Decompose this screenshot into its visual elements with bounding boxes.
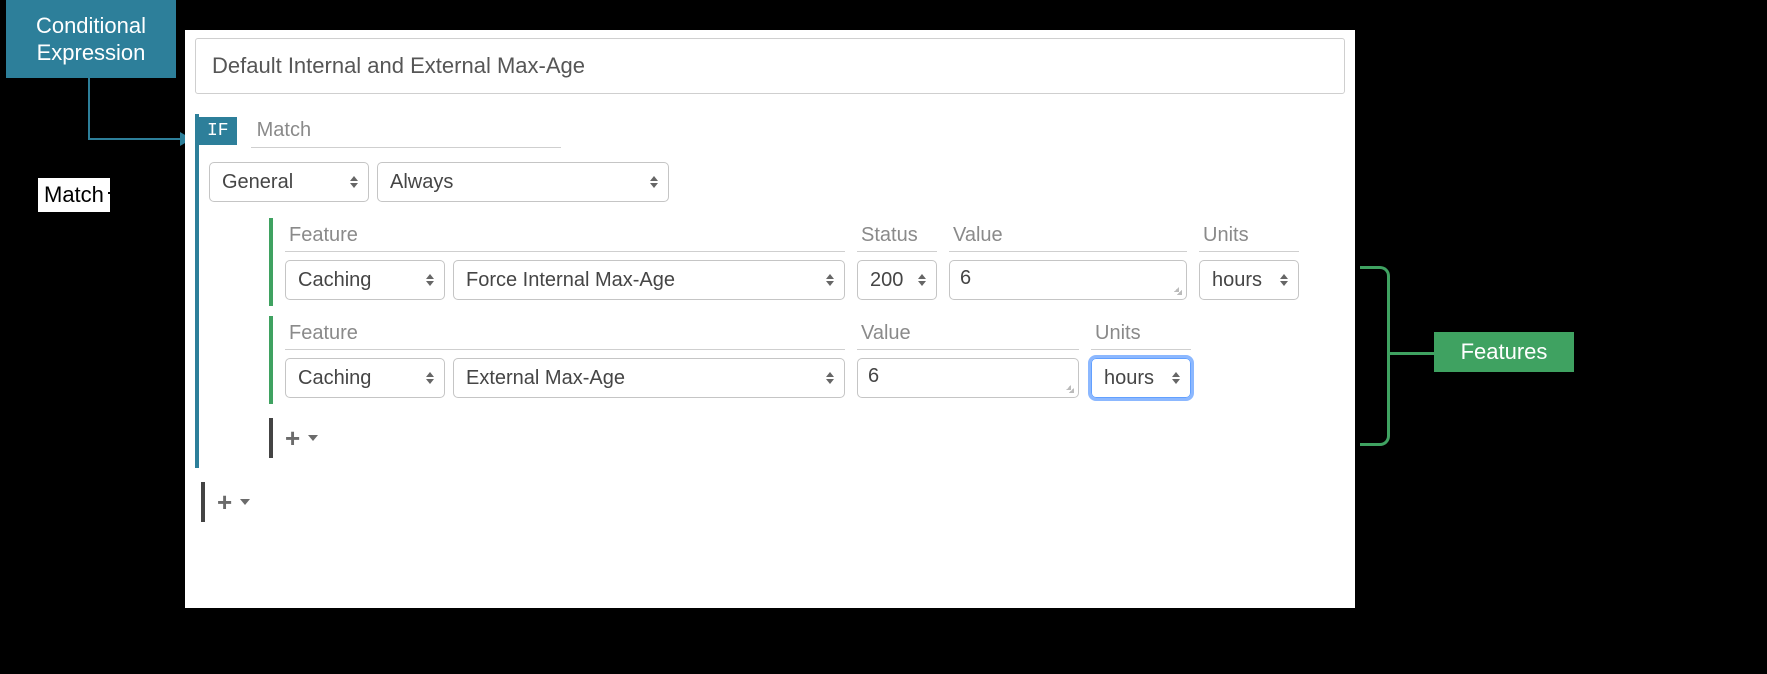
feature-name-value: Force Internal Max-Age [466,269,675,292]
add-condition-button[interactable]: + [201,482,1349,522]
annotation-conditional-expression: Conditional Expression [6,0,176,78]
header-value: Value [857,318,1079,350]
feature-headers: Feature Value Units [285,318,1349,350]
feature-units-value: hours [1212,269,1262,292]
feature-value-text: 6 [960,267,971,290]
header-value: Value [949,220,1187,252]
feature-name-select[interactable]: Force Internal Max-Age [453,260,845,300]
feature-row: Caching Force Internal Max-Age 200 6 [285,260,1349,300]
match-condition-value: Always [390,171,453,194]
header-feature: Feature [285,220,845,252]
header-units: Units [1091,318,1191,350]
feature-name-value: External Max-Age [466,367,625,390]
resize-handle-icon [1066,385,1076,395]
annotation-match-text: Match [44,182,104,207]
chevron-down-icon [240,499,250,505]
feature-value-input[interactable]: 6 [949,260,1187,300]
chevron-updown-icon [426,273,436,287]
match-condition-select[interactable]: Always [377,162,669,202]
feature-value-input[interactable]: 6 [857,358,1079,398]
annotation-features: Features [1434,332,1574,372]
annotation-match: Match [38,178,110,212]
match-category-select[interactable]: General [209,162,369,202]
if-badge: IF [199,117,237,145]
chevron-updown-icon [650,175,660,189]
chevron-updown-icon [426,371,436,385]
feature-row: Caching External Max-Age 6 hours [285,358,1349,398]
connector-vertical [88,78,90,140]
match-category-value: General [222,171,293,194]
annotation-conditional-expression-text: Conditional Expression [6,12,176,67]
match-row: General Always [209,156,1349,208]
feature-category-value: Caching [298,367,371,390]
rule-title-input[interactable]: Default Internal and External Max-Age [195,38,1345,94]
chevron-updown-icon [1280,273,1290,287]
rule-title-text: Default Internal and External Max-Age [212,53,585,78]
features-bracket-arm [1390,352,1434,355]
features-bracket [1360,266,1390,446]
rule-editor-panel: Default Internal and External Max-Age IF… [185,30,1355,608]
if-label-bar: Match [251,114,561,148]
chevron-down-icon [308,435,318,441]
header-status: Status [857,220,937,252]
header-feature: Feature [285,318,845,350]
feature-units-select[interactable]: hours [1199,260,1299,300]
plus-icon: + [285,425,300,451]
feature-units-select[interactable]: hours [1091,358,1191,398]
add-feature-button[interactable]: + [269,418,1349,458]
feature-block: Feature Value Units Caching External Max… [269,316,1349,404]
annotation-features-text: Features [1461,338,1548,366]
chevron-updown-icon [826,273,836,287]
feature-category-select[interactable]: Caching [285,260,445,300]
feature-value-text: 6 [868,365,879,388]
chevron-updown-icon [350,175,360,189]
feature-units-value: hours [1104,367,1154,390]
chevron-updown-icon [918,273,928,287]
feature-status-value: 200 [870,269,903,292]
chevron-updown-icon [826,371,836,385]
feature-category-value: Caching [298,269,371,292]
feature-headers: Feature Status Value Units [285,220,1349,252]
if-block: General Always Feature Status Value Unit… [195,148,1349,468]
feature-name-select[interactable]: External Max-Age [453,358,845,398]
feature-block: Feature Status Value Units Caching Force… [269,218,1349,306]
feature-status-select[interactable]: 200 [857,260,937,300]
connector-horizontal [88,138,182,140]
connector-match [108,192,182,194]
rule-body: IF Match General Always Feature [191,114,1349,522]
chevron-updown-icon [1172,371,1182,385]
if-header: IF Match [195,114,1349,148]
plus-icon: + [217,489,232,515]
if-match-label: Match [257,119,311,142]
resize-handle-icon [1174,287,1184,297]
header-units: Units [1199,220,1299,252]
feature-category-select[interactable]: Caching [285,358,445,398]
